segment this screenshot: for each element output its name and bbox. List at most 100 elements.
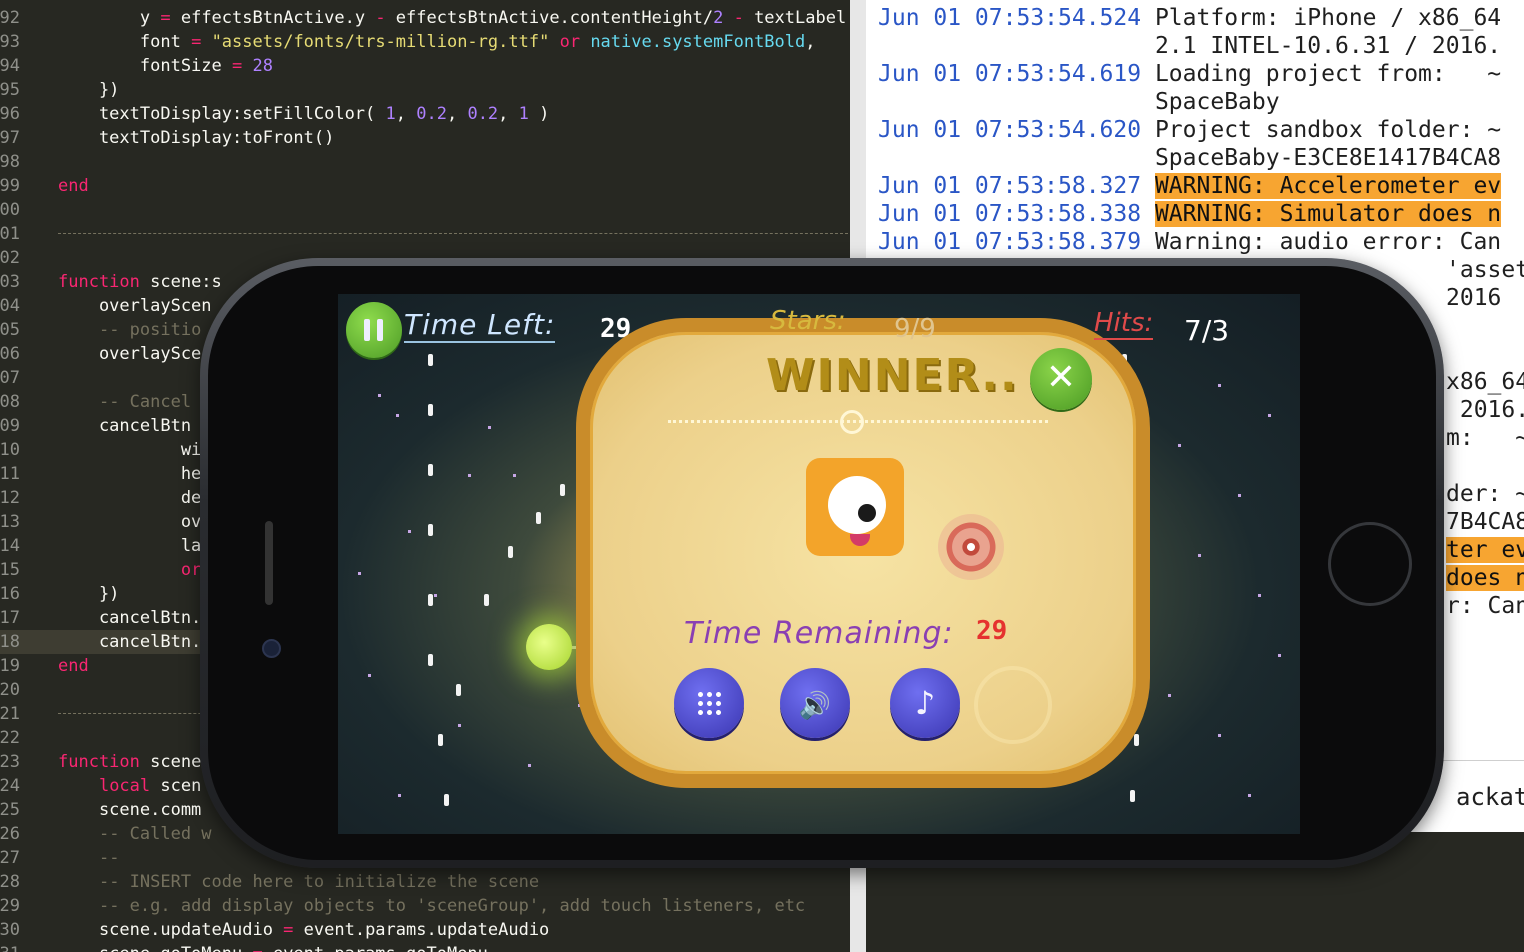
home-button[interactable] [1328, 522, 1412, 606]
line-number: 114 [0, 536, 20, 556]
line-number: 113 [0, 512, 20, 532]
console-log-line: does n [1446, 564, 1524, 592]
star-dot [434, 594, 437, 597]
star-dot [1268, 414, 1271, 417]
faint-ring-decoration [974, 666, 1052, 744]
code-line[interactable]: 129 -- e.g. add display objects to 'scen… [0, 894, 850, 918]
monster-tongue [850, 534, 870, 546]
code-text: textToDisplay:toFront() [58, 128, 335, 148]
console-log-line: m: ~ [1446, 424, 1524, 452]
line-number: 127 [0, 848, 20, 868]
code-text: fontSize = 28 [58, 56, 273, 76]
console-log-line: 2016. [1446, 396, 1524, 424]
lane-dash [428, 594, 433, 606]
code-line[interactable]: 94 fontSize = 28 [0, 54, 850, 78]
iphone-simulator: Time Left: 29 Stars: 9/9 Hits: 7/3 WINNE… [200, 258, 1444, 868]
line-number: 118 [0, 632, 20, 652]
log-message: Project sandbox folder: ~ [1154, 117, 1502, 143]
console-log-line: 'asset [1446, 256, 1524, 284]
section-separator [58, 233, 848, 234]
star-dot [513, 474, 516, 477]
star-dot [1248, 794, 1251, 797]
star-dot [408, 530, 411, 533]
music-toggle-button[interactable]: ♪ [890, 668, 960, 738]
lane-dash [1134, 734, 1139, 746]
code-text: end [58, 656, 89, 676]
line-number: 123 [0, 752, 20, 772]
console-log-line: Jun 01 07:53:58.379 Warning: audio error… [878, 228, 1501, 256]
level-select-button[interactable] [674, 668, 744, 738]
line-number: 99 [0, 176, 20, 196]
code-line[interactable]: 96 textToDisplay:setFillColor( 1, 0.2, 0… [0, 102, 850, 126]
lane-dash [428, 524, 433, 536]
star-dot [1218, 734, 1221, 737]
code-text: function scene:s [58, 272, 222, 292]
sound-toggle-button[interactable]: 🔊 [780, 668, 850, 738]
line-number: 103 [0, 272, 20, 292]
code-line[interactable]: 99 end [0, 174, 850, 198]
log-timestamp: Jun 01 07:53:54.619 [878, 61, 1155, 87]
code-text: -- Cancel [98, 392, 192, 412]
line-number: 94 [0, 56, 20, 76]
log-message: r: Can [1446, 593, 1524, 619]
code-text: overlaySce [58, 344, 202, 364]
code-line[interactable]: 93 font = "assets/fonts/trs-million-rg.t… [0, 30, 850, 54]
star-dot [1168, 694, 1171, 697]
code-text: local scen [98, 776, 202, 796]
music-note-icon: ♪ [914, 684, 936, 722]
star-dot [378, 394, 381, 397]
progress-node [840, 410, 864, 434]
console-log-line: 2.1 INTEL-10.6.31 / 2016. [878, 32, 1501, 60]
star-dot [358, 572, 361, 575]
line-number: 104 [0, 296, 20, 316]
line-number: 102 [0, 248, 20, 268]
pause-button[interactable] [346, 302, 402, 358]
code-line[interactable]: 101 [0, 222, 850, 246]
log-message: 2.1 INTEL-10.6.31 / 2016. [1154, 33, 1502, 59]
console-log-line: Jun 01 07:53:54.619 Loading project from… [878, 60, 1501, 88]
monster-eye [828, 476, 886, 534]
monster-pupil [858, 504, 876, 522]
code-text: ov [58, 512, 202, 532]
star-dot [1258, 594, 1261, 597]
line-number: 125 [0, 800, 20, 820]
log-message: 7B4CA8 [1446, 509, 1524, 535]
code-line[interactable]: 131 scene.goToMenu = event.params.goToMe… [0, 942, 850, 952]
code-line[interactable]: 95 }) [0, 78, 850, 102]
code-text: }) [58, 80, 120, 100]
code-text: font = "assets/fonts/trs-million-rg.ttf"… [58, 32, 816, 52]
close-button[interactable]: ✕ [1030, 348, 1092, 410]
log-message: Platform: iPhone / x86_64 [1154, 5, 1502, 31]
log-warning: WARNING: Simulator does n [1154, 201, 1502, 227]
star-dot [488, 426, 491, 429]
code-line[interactable]: 100 [0, 198, 850, 222]
code-line[interactable]: 128 -- INSERT code here to initialize th… [0, 870, 850, 894]
code-text: cancelBtn [58, 416, 192, 436]
console-log-line: ter ev [1446, 536, 1524, 564]
close-icon: ✕ [1045, 357, 1077, 398]
code-line[interactable]: 97 textToDisplay:toFront() [0, 126, 850, 150]
line-number: 96 [0, 104, 20, 124]
code-text: or [180, 560, 202, 580]
code-text: de [58, 488, 202, 508]
code-line[interactable]: 130 scene.updateAudio = event.params.upd… [0, 918, 850, 942]
line-number: 120 [0, 680, 20, 700]
code-text: cancelBtn. [58, 608, 202, 628]
console-log-line: SpaceBaby [878, 88, 1280, 116]
log-message: 2016. [1446, 397, 1524, 423]
code-text: -- INSERT code here to initialize the sc… [98, 872, 540, 892]
code-line[interactable]: 98 [0, 150, 850, 174]
line-number: 129 [0, 896, 20, 916]
line-number: 101 [0, 224, 20, 244]
game-screen[interactable]: Time Left: 29 Stars: 9/9 Hits: 7/3 WINNE… [338, 294, 1300, 834]
code-text: la [58, 536, 202, 556]
line-number: 108 [0, 392, 20, 412]
code-line[interactable]: 92 y = effectsBtnActive.y - effectsBtnAc… [0, 6, 850, 30]
log-timestamp: Jun 01 07:53:58.338 [878, 201, 1155, 227]
log-message: x86_64 [1446, 369, 1524, 395]
pause-icon-bar [377, 319, 383, 341]
log-message: der: ~ [1446, 481, 1524, 507]
winner-title: WINNER.. [766, 350, 1019, 401]
time-remaining-label: Time Remaining: [684, 616, 954, 651]
code-text: function scene [58, 752, 202, 772]
